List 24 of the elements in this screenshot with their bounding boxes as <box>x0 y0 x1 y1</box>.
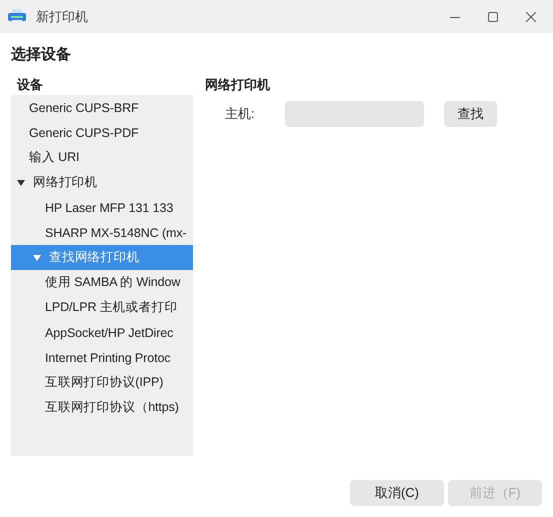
page-heading: 选择设备 <box>11 45 72 64</box>
list-header: 设备 <box>16 76 44 94</box>
tree-item[interactable]: 输入 URI <box>11 145 193 170</box>
tree-item[interactable]: 使用 SAMBA 的 Window <box>11 270 193 295</box>
tree-item[interactable]: AppSocket/HP JetDirec <box>11 320 193 345</box>
close-icon <box>526 12 536 22</box>
maximize-icon <box>488 12 498 22</box>
host-field[interactable] <box>285 101 424 127</box>
window-title: 新打印机 <box>36 8 89 26</box>
tree-item[interactable]: Generic CUPS-PDF <box>11 120 193 145</box>
tree-item[interactable]: Generic CUPS-BRF <box>11 95 193 120</box>
host-label: 主机: <box>224 105 256 123</box>
section-title: 网络打印机 <box>205 76 271 94</box>
dialog-button[interactable]: 取消(C) <box>350 480 444 506</box>
tree-item[interactable]: HP Laser MFP 131 133 <box>11 195 193 220</box>
expanded-arrow-icon[interactable] <box>17 180 25 186</box>
tree-item[interactable]: Internet Printing Protoc <box>11 345 193 370</box>
tree-item[interactable]: 互联网打印协议(IPP) <box>11 370 193 395</box>
tree-item[interactable]: 网络打印机 <box>11 170 193 195</box>
tree-item[interactable]: SHARP MX-5148NC (mx- <box>11 220 193 245</box>
find-button[interactable]: 查找 <box>444 101 497 127</box>
tree-item[interactable]: 互联网打印协议（https) <box>11 395 193 420</box>
printer-icon <box>8 8 26 24</box>
tree-item[interactable]: LPD/LPR 主机或者打印 <box>11 295 193 320</box>
